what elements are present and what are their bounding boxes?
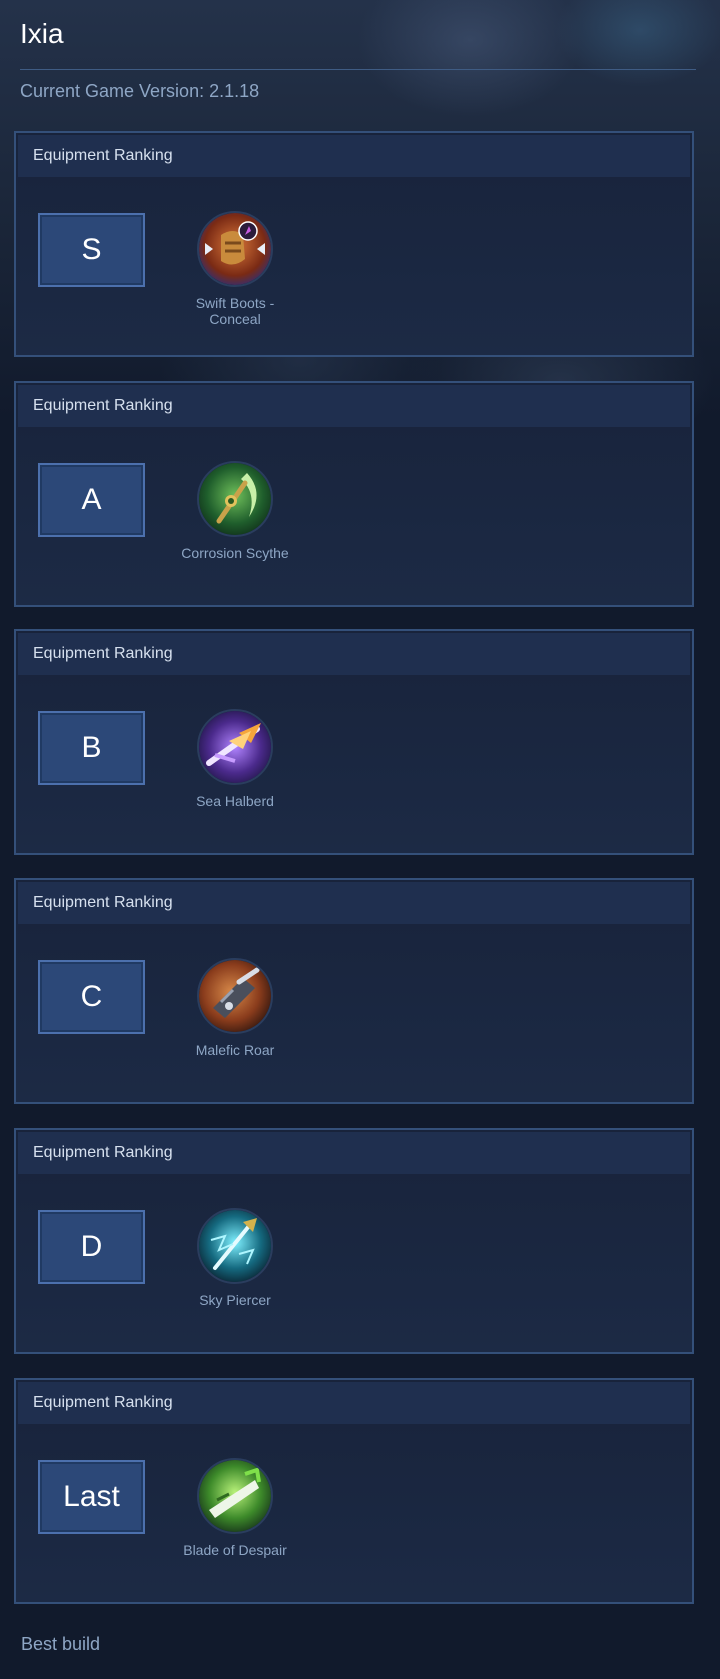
malefic-roar-icon[interactable] [197, 958, 273, 1034]
panel-header: Equipment Ranking [18, 882, 690, 924]
equipment-item[interactable]: Malefic Roar [170, 958, 300, 1058]
tier-badge: C [38, 960, 145, 1034]
equipment-item[interactable]: Sea Halberd [170, 709, 300, 809]
panel-header: Equipment Ranking [18, 385, 690, 427]
panel-header: Equipment Ranking [18, 135, 690, 177]
equipment-item[interactable]: Swift Boots - Conceal [170, 211, 300, 327]
equipment-ranking-panel-s: Equipment Ranking S Swift Boots - Concea… [14, 131, 694, 357]
title-divider [20, 69, 696, 70]
item-name: Corrosion Scythe [181, 545, 289, 561]
equipment-item[interactable]: Sky Piercer [170, 1208, 300, 1308]
item-name: Malefic Roar [195, 1042, 275, 1058]
tier-badge: B [38, 711, 145, 785]
sky-piercer-icon[interactable] [197, 1208, 273, 1284]
tier-label: Last [63, 1480, 120, 1513]
tier-badge: Last [38, 1460, 145, 1534]
tier-label: C [80, 980, 103, 1013]
tier-label: B [81, 731, 102, 764]
item-name: Sea Halberd [196, 793, 274, 809]
tier-label: A [81, 483, 102, 516]
item-name: Swift Boots - Conceal [195, 295, 275, 327]
panel-header-label: Equipment Ranking [33, 894, 173, 911]
tier-badge: D [38, 1210, 145, 1284]
sea-halberd-icon[interactable] [197, 709, 273, 785]
equipment-ranking-panel-d: Equipment Ranking D Sky Piercer [14, 1128, 694, 1354]
hero-title: Ixia [20, 18, 64, 49]
panel-header-label: Equipment Ranking [33, 645, 173, 662]
swift-boots-conceal-icon[interactable] [197, 211, 273, 287]
panel-header-label: Equipment Ranking [33, 397, 173, 414]
panel-header: Equipment Ranking [18, 1382, 690, 1424]
tier-badge: S [38, 213, 145, 287]
blade-of-despair-icon[interactable] [197, 1458, 273, 1534]
equipment-item[interactable]: Blade of Despair [170, 1458, 300, 1558]
equipment-ranking-panel-a: Equipment Ranking A Corrosion Scythe [14, 381, 694, 607]
item-name: Blade of Despair [183, 1542, 287, 1558]
panel-header: Equipment Ranking [18, 1132, 690, 1174]
corrosion-scythe-icon[interactable] [197, 461, 273, 537]
equipment-ranking-panel-c: Equipment Ranking C Malefic Roar [14, 878, 694, 1104]
panel-header-label: Equipment Ranking [33, 147, 173, 164]
equipment-ranking-panel-last: Equipment Ranking Last Blade of Despair [14, 1378, 694, 1604]
best-build-label: Best build [21, 1634, 101, 1654]
equipment-item[interactable]: Corrosion Scythe [170, 461, 300, 561]
item-name: Sky Piercer [199, 1292, 271, 1308]
tier-badge: A [38, 463, 145, 537]
panel-header: Equipment Ranking [18, 633, 690, 675]
panel-header-label: Equipment Ranking [33, 1144, 173, 1161]
panel-header-label: Equipment Ranking [33, 1394, 173, 1411]
tier-label: D [80, 1230, 103, 1263]
game-version: Current Game Version: 2.1.18 [20, 81, 260, 101]
tier-label: S [81, 233, 102, 266]
equipment-ranking-panel-b: Equipment Ranking B Sea Halberd [14, 629, 694, 855]
